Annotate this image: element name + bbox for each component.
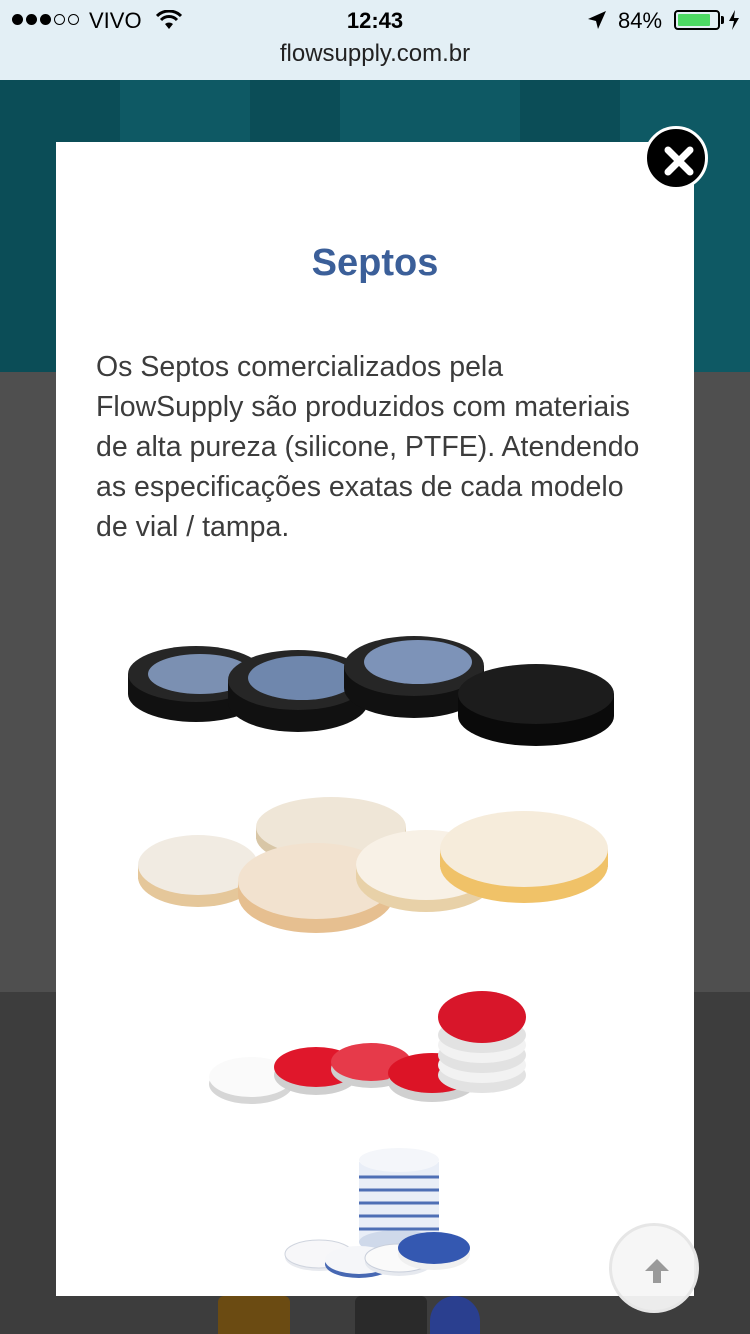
modal-title: Septos bbox=[311, 242, 439, 284]
battery-percent: 84% bbox=[618, 8, 663, 33]
scroll-to-top-button[interactable] bbox=[609, 1223, 699, 1313]
url-bar[interactable]: flowsupply.com.br bbox=[0, 40, 750, 68]
bolt-icon bbox=[729, 10, 739, 30]
background-product bbox=[355, 1296, 427, 1334]
battery-fill bbox=[678, 14, 710, 26]
product-modal: Septos Os Septos comercializados pela Fl… bbox=[56, 142, 694, 1296]
status-row: VIVO 12:43 84% bbox=[0, 6, 750, 36]
battery-tip bbox=[721, 16, 724, 24]
modal-description: Os Septos comercializados pela FlowSuppl… bbox=[96, 351, 640, 543]
blue-white-septa-image bbox=[284, 1148, 470, 1278]
beige-septa-image bbox=[138, 797, 608, 933]
battery-icon bbox=[674, 10, 720, 30]
location-arrow-icon bbox=[588, 11, 606, 29]
close-button[interactable] bbox=[644, 126, 708, 190]
close-icon bbox=[664, 146, 694, 176]
black-septa-image bbox=[128, 636, 614, 746]
red-ptfe-septa-image bbox=[209, 991, 526, 1104]
arrow-up-icon bbox=[645, 1259, 669, 1283]
background-product bbox=[218, 1296, 290, 1334]
status-bar: VIVO 12:43 84% flowsupply.com.br bbox=[0, 0, 750, 80]
